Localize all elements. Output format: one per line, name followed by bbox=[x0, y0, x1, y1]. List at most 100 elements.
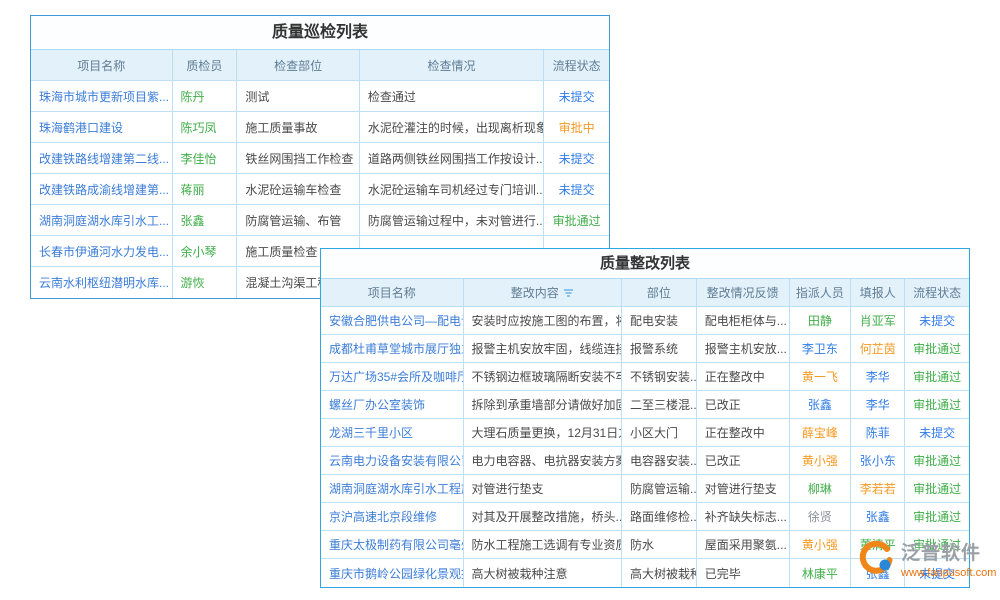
table-row[interactable]: 龙湖三千里小区 大理石质量更换，12月31日之... 小区大门 正在整改中 薛宝… bbox=[321, 419, 969, 447]
cell-rectify-content: 安装时应按施工图的布置，将... bbox=[464, 307, 622, 335]
sort-icon[interactable] bbox=[563, 288, 574, 298]
cell-assignee: 黄小强 bbox=[790, 447, 852, 475]
inspection-table-title: 质量巡检列表 bbox=[31, 16, 609, 50]
table-row[interactable]: 改建铁路成渝线增建第... 蒋丽 水泥砼运输车检查 水泥砼运输车司机经过专门培训… bbox=[31, 174, 609, 205]
cell-feedback: 补齐缺失标志... bbox=[697, 503, 790, 531]
table-row[interactable]: 湖南洞庭湖水库引水工程施工... 对管进行垫支 防腐管运输... 对管进行垫支 … bbox=[321, 475, 969, 503]
cell-part: 配电安装 bbox=[622, 307, 697, 335]
cell-assignee: 黄小强 bbox=[790, 531, 852, 559]
cell-flow-status: 未提交 bbox=[905, 419, 969, 447]
cell-project-name[interactable]: 珠海市城市更新项目紫... bbox=[31, 81, 173, 112]
cell-inspector: 陈丹 bbox=[173, 81, 238, 112]
cell-reporter: 何芷茵 bbox=[851, 335, 905, 363]
cell-project-name[interactable]: 云南电力设备安装有限公司20... bbox=[321, 447, 464, 475]
cell-part: 防腐管运输... bbox=[622, 475, 697, 503]
cell-feedback: 已完毕 bbox=[697, 559, 790, 587]
table-row[interactable]: 改建铁路线增建第二线... 李佳怡 铁丝网围挡工作检查 道路两侧铁丝网围挡工作按… bbox=[31, 143, 609, 174]
cell-inspector: 陈巧凤 bbox=[173, 112, 238, 143]
cell-inspection-part: 铁丝网围挡工作检查 bbox=[237, 143, 360, 174]
table-row[interactable]: 云南电力设备安装有限公司20... 电力电容器、电抗器安装方案... 电容器安装… bbox=[321, 447, 969, 475]
cell-feedback: 正在整改中 bbox=[697, 363, 790, 391]
cell-inspection-part: 防腐管运输、布管 bbox=[237, 205, 360, 236]
cell-project-name[interactable]: 螺丝厂办公室装饰 bbox=[321, 391, 464, 419]
table-row[interactable]: 珠海鹤港口建设 陈巧凤 施工质量事故 水泥砼灌注的时候，出现离析现象 审批中 bbox=[31, 112, 609, 143]
cell-project-name[interactable]: 改建铁路线增建第二线... bbox=[31, 143, 173, 174]
cell-assignee: 林康平 bbox=[790, 559, 852, 587]
column-header-part: 部位 bbox=[622, 279, 697, 307]
cell-inspection-detail: 防腐管运输过程中，未对管进行... bbox=[360, 205, 544, 236]
cell-project-name[interactable]: 安徽合肥供电公司—配电设备... bbox=[321, 307, 464, 335]
table-row[interactable]: 安徽合肥供电公司—配电设备... 安装时应按施工图的布置，将... 配电安装 配… bbox=[321, 307, 969, 335]
cell-part: 不锈钢安装... bbox=[622, 363, 697, 391]
cell-reporter: 肖亚军 bbox=[851, 307, 905, 335]
cell-flow-status: 审批通过 bbox=[905, 335, 969, 363]
column-header-inspector: 质检员 bbox=[173, 50, 238, 81]
inspection-table-header: 项目名称 质检员 检查部位 检查情况 流程状态 bbox=[31, 50, 609, 81]
brand-watermark[interactable]: 泛普软件 www.fanpusoft.com bbox=[858, 541, 996, 582]
cell-inspection-detail: 水泥砼运输车司机经过专门培训... bbox=[360, 174, 544, 205]
column-header-reporter: 填报人 bbox=[851, 279, 905, 307]
cell-reporter: 李若若 bbox=[851, 475, 905, 503]
column-header-inspection-detail: 检查情况 bbox=[360, 50, 544, 81]
cell-feedback: 对管进行垫支 bbox=[697, 475, 790, 503]
cell-project-name[interactable]: 湖南洞庭湖水库引水工... bbox=[31, 205, 173, 236]
cell-feedback: 报警主机安放... bbox=[697, 335, 790, 363]
column-header-flow-status: 流程状态 bbox=[905, 279, 969, 307]
cell-assignee: 薛宝峰 bbox=[790, 419, 852, 447]
column-header-project-name: 项目名称 bbox=[321, 279, 464, 307]
cell-feedback: 已改正 bbox=[697, 391, 790, 419]
cell-reporter: 张鑫 bbox=[851, 503, 905, 531]
fanpu-logo-icon bbox=[858, 541, 894, 582]
cell-flow-status: 审批通过 bbox=[905, 363, 969, 391]
cell-project-name[interactable]: 改建铁路成渝线增建第... bbox=[31, 174, 173, 205]
cell-flow-status: 审批通过 bbox=[905, 447, 969, 475]
cell-feedback: 配电柜柜体与... bbox=[697, 307, 790, 335]
quality-rectification-table: 质量整改列表 项目名称 整改内容 部位 整改情况反馈 指派人员 填报人 流程状态… bbox=[320, 248, 970, 588]
table-row[interactable]: 湖南洞庭湖水库引水工... 张鑫 防腐管运输、布管 防腐管运输过程中，未对管进行… bbox=[31, 205, 609, 236]
table-row[interactable]: 万达广场35#会所及咖啡厅空... 不锈钢边框玻璃隔断安装不牢... 不锈钢安装… bbox=[321, 363, 969, 391]
table-row[interactable]: 成都杜甫草堂城市展厅独立展... 报警主机安放牢固，线缆连接... 报警系统 报… bbox=[321, 335, 969, 363]
cell-project-name[interactable]: 云南水利枢纽潜明水库... bbox=[31, 267, 173, 298]
cell-flow-status: 未提交 bbox=[544, 81, 609, 112]
cell-project-name[interactable]: 成都杜甫草堂城市展厅独立展... bbox=[321, 335, 464, 363]
cell-rectify-content: 不锈钢边框玻璃隔断安装不牢... bbox=[464, 363, 622, 391]
column-header-rectify-content-label: 整改内容 bbox=[511, 284, 559, 301]
cell-reporter: 张小东 bbox=[851, 447, 905, 475]
cell-part: 报警系统 bbox=[622, 335, 697, 363]
cell-project-name[interactable]: 珠海鹤港口建设 bbox=[31, 112, 173, 143]
cell-assignee: 张鑫 bbox=[790, 391, 852, 419]
cell-feedback: 已改正 bbox=[697, 447, 790, 475]
cell-inspection-detail: 检查通过 bbox=[360, 81, 544, 112]
cell-part: 二至三楼混... bbox=[622, 391, 697, 419]
cell-flow-status: 未提交 bbox=[544, 143, 609, 174]
cell-project-name[interactable]: 重庆市鹅岭公园绿化景观提升... bbox=[321, 559, 464, 587]
column-header-assignee: 指派人员 bbox=[790, 279, 852, 307]
cell-project-name[interactable]: 重庆太极制药有限公司亳州中... bbox=[321, 531, 464, 559]
cell-project-name[interactable]: 龙湖三千里小区 bbox=[321, 419, 464, 447]
cell-project-name[interactable]: 京沪高速北京段维修 bbox=[321, 503, 464, 531]
cell-inspection-part: 水泥砼运输车检查 bbox=[237, 174, 360, 205]
cell-part: 路面维修检... bbox=[622, 503, 697, 531]
column-header-project-name: 项目名称 bbox=[31, 50, 173, 81]
cell-feedback: 屋面采用聚氨... bbox=[697, 531, 790, 559]
cell-rectify-content: 报警主机安放牢固，线缆连接... bbox=[464, 335, 622, 363]
cell-assignee: 柳琳 bbox=[790, 475, 852, 503]
cell-project-name[interactable]: 长春市伊通河水力发电... bbox=[31, 236, 173, 267]
brand-url[interactable]: www.fanpusoft.com bbox=[901, 567, 996, 579]
cell-project-name[interactable]: 湖南洞庭湖水库引水工程施工... bbox=[321, 475, 464, 503]
cell-rectify-content: 防水工程施工选调有专业资质... bbox=[464, 531, 622, 559]
cell-reporter: 陈菲 bbox=[851, 419, 905, 447]
table-row[interactable]: 京沪高速北京段维修 对其及开展整改措施，桥头... 路面维修检... 补齐缺失标… bbox=[321, 503, 969, 531]
column-header-rectify-content[interactable]: 整改内容 bbox=[464, 279, 622, 307]
cell-assignee: 黄一飞 bbox=[790, 363, 852, 391]
table-row[interactable]: 螺丝厂办公室装饰 拆除到承重墙部分请做好加固... 二至三楼混... 已改正 张… bbox=[321, 391, 969, 419]
table-row[interactable]: 珠海市城市更新项目紫... 陈丹 测试 检查通过 未提交 bbox=[31, 81, 609, 112]
cell-rectify-content: 对其及开展整改措施，桥头... bbox=[464, 503, 622, 531]
cell-inspector: 游恢 bbox=[173, 267, 238, 298]
cell-flow-status: 未提交 bbox=[544, 174, 609, 205]
cell-part: 高大树被栽种 bbox=[622, 559, 697, 587]
cell-flow-status: 审批通过 bbox=[544, 205, 609, 236]
cell-inspection-part: 测试 bbox=[237, 81, 360, 112]
cell-rectify-content: 大理石质量更换，12月31日之... bbox=[464, 419, 622, 447]
cell-project-name[interactable]: 万达广场35#会所及咖啡厅空... bbox=[321, 363, 464, 391]
